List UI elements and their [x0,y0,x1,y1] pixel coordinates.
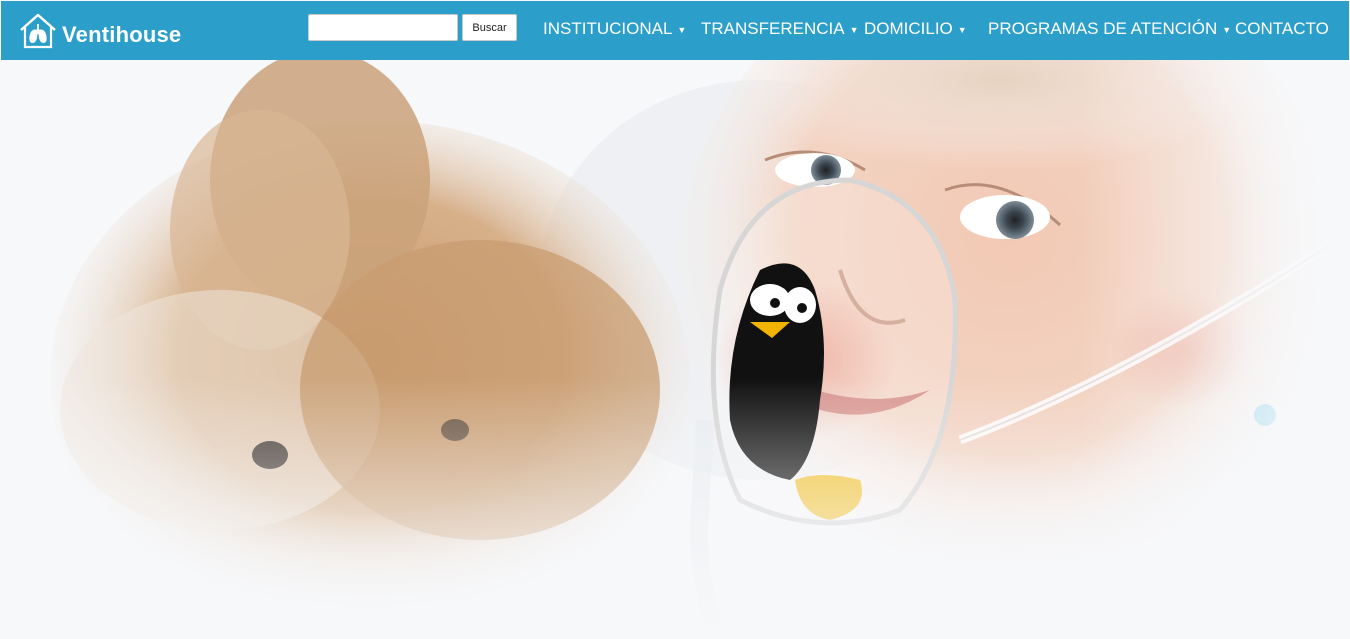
nav-item-institucional[interactable]: INSTITUCIONAL ▼ [543,19,686,39]
nav-item-contacto[interactable]: CONTACTO [1235,19,1329,39]
nav-item-programas-de-atencion[interactable]: PROGRAMAS DE ATENCIÓN ▼ [988,19,1231,39]
brand-name: Ventihouse [62,22,182,47]
brand-logo-link[interactable]: Ventihouse [18,11,181,51]
caret-down-icon: ▼ [957,24,967,35]
caret-down-icon: ▼ [849,24,859,35]
nav-item-label: INSTITUCIONAL [543,19,673,38]
house-lungs-icon [20,13,56,49]
nav-item-label: DOMICILIO [864,19,953,38]
caret-down-icon: ▼ [677,24,687,35]
search-input[interactable] [308,14,458,41]
nav-item-label: CONTACTO [1235,19,1329,38]
nav-item-transferencia[interactable]: TRANSFERENCIA ▼ [701,19,859,39]
top-navbar: Ventihouse Buscar INSTITUCIONAL ▼ TRANSFE… [1,1,1349,60]
search-button[interactable]: Buscar [462,14,517,41]
hero-banner [0,60,1350,639]
caret-down-icon: ▼ [1222,24,1232,35]
hero-image [0,60,1350,639]
nav-item-label: TRANSFERENCIA [701,19,845,38]
nav-item-label: PROGRAMAS DE ATENCIÓN [988,19,1218,38]
nav-item-domicilio[interactable]: DOMICILIO ▼ [864,19,967,39]
